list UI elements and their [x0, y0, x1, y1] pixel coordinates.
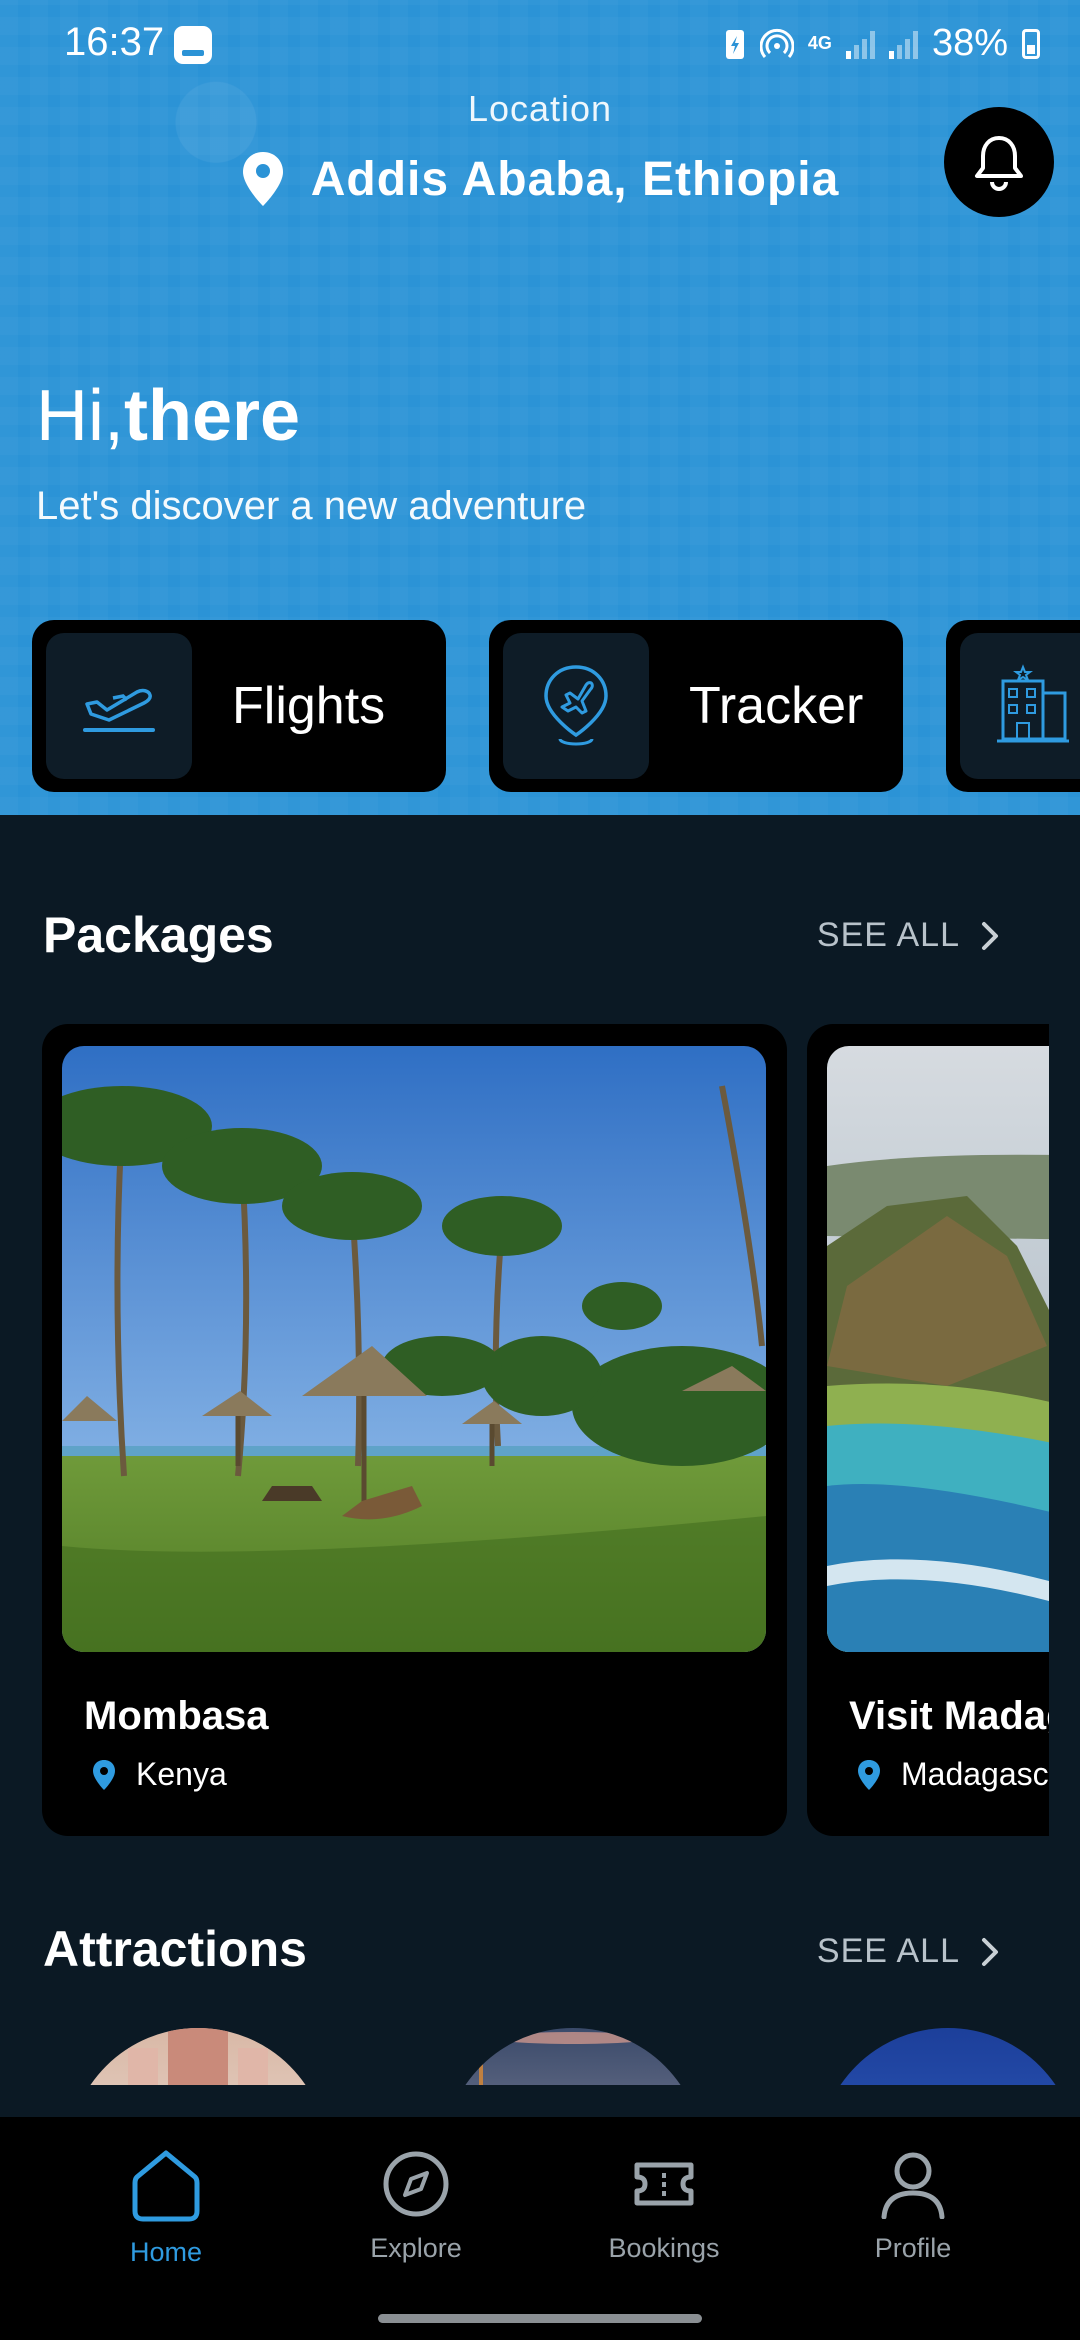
bottom-navigation: Home Explore Bookings Profile — [0, 2117, 1080, 2340]
package-card[interactable]: Mombasa Kenya — [42, 1024, 787, 1836]
package-country: Kenya — [136, 1756, 227, 1792]
nav-label: Explore — [370, 2233, 462, 2263]
attraction-card[interactable] — [818, 2028, 1078, 2085]
status-icons: 4G 38% — [724, 22, 1040, 65]
category-flights[interactable]: Flights — [32, 620, 446, 792]
package-photo-island — [827, 1046, 1049, 1652]
location-label: Location — [467, 88, 613, 129]
packages-title: Packages — [43, 907, 274, 963]
greeting-hi: Hi, — [36, 376, 124, 456]
greeting: Hi,there — [36, 375, 300, 457]
compass-icon — [383, 2151, 449, 2217]
package-country-row: Madagascar — [857, 1756, 1049, 1793]
package-photo-beach — [62, 1046, 766, 1652]
ticket-icon — [634, 2162, 694, 2206]
nav-label: Bookings — [608, 2233, 720, 2263]
attraction-card[interactable] — [68, 2028, 328, 2085]
greeting-name: there — [124, 376, 301, 456]
chevron-right-icon — [982, 921, 998, 950]
location-selector[interactable]: Addis Ababa, Ethiopia — [0, 150, 1080, 208]
location-pin-icon — [93, 1759, 115, 1790]
attraction-photo-sunset — [479, 2032, 653, 2085]
nav-home[interactable]: Home — [66, 2149, 266, 2268]
battery-saver-icon — [725, 29, 744, 59]
category-label: Flights — [232, 677, 386, 735]
status-bar: 16:37 4G 38% — [0, 0, 1080, 90]
attractions-see-all-button[interactable]: SEE ALL — [817, 1932, 1000, 1971]
home-icon — [132, 2150, 200, 2222]
category-label: Tracker — [689, 677, 864, 735]
signal-icon — [845, 29, 875, 59]
see-all-label: SEE ALL — [816, 916, 960, 954]
package-card-clip: Visit Madagascar Madagascar — [807, 1024, 1049, 1836]
category-hotels[interactable] — [946, 620, 1080, 792]
hero-header: 16:37 4G 38% Location Addis Ababa, Ethio… — [0, 0, 1080, 815]
battery-percent: 38% — [931, 22, 1008, 64]
signal-icon-2 — [888, 29, 918, 59]
plane-takeoff-icon — [83, 688, 155, 732]
hotel-building-icon — [997, 664, 1069, 743]
bell-icon — [975, 136, 1023, 191]
plane-location-pin-icon — [544, 665, 608, 746]
attraction-card[interactable] — [443, 2028, 703, 2085]
nav-explore[interactable]: Explore — [316, 2149, 516, 2264]
attractions-row — [0, 2020, 1080, 2085]
battery-icon — [1022, 28, 1040, 59]
location-pin-icon — [858, 1759, 880, 1790]
nav-label: Home — [129, 2237, 203, 2267]
user-icon — [881, 2152, 945, 2219]
package-card[interactable]: Visit Madagascar Madagascar — [807, 1024, 1049, 1836]
nav-label: Profile — [874, 2233, 952, 2263]
see-all-label: SEE ALL — [816, 1932, 960, 1970]
package-country-row: Kenya — [92, 1756, 227, 1793]
nav-profile[interactable]: Profile — [813, 2149, 1013, 2264]
packages-see-all-button[interactable]: SEE ALL — [817, 916, 1000, 955]
gesture-home-indicator[interactable] — [378, 2314, 702, 2323]
package-name: Visit Madagascar — [849, 1694, 1049, 1738]
package-country: Madagascar — [901, 1756, 1049, 1792]
attractions-title: Attractions — [43, 1921, 307, 1977]
package-name: Mombasa — [84, 1694, 269, 1738]
hotspot-icon — [759, 28, 794, 58]
location-value: Addis Ababa, Ethiopia — [310, 152, 840, 206]
category-tracker[interactable]: Tracker — [489, 620, 903, 792]
network-type: 4G — [807, 33, 832, 53]
greeting-subtitle: Let's discover a new adventure — [36, 484, 587, 528]
attraction-photo-church — [128, 2028, 268, 2085]
location-pin-icon — [242, 152, 283, 206]
notifications-button[interactable] — [944, 107, 1054, 217]
chevron-right-icon — [982, 1937, 998, 1966]
notification-app-icon — [174, 26, 212, 64]
nav-bookings[interactable]: Bookings — [564, 2149, 764, 2264]
status-time: 16:37 — [64, 20, 165, 64]
